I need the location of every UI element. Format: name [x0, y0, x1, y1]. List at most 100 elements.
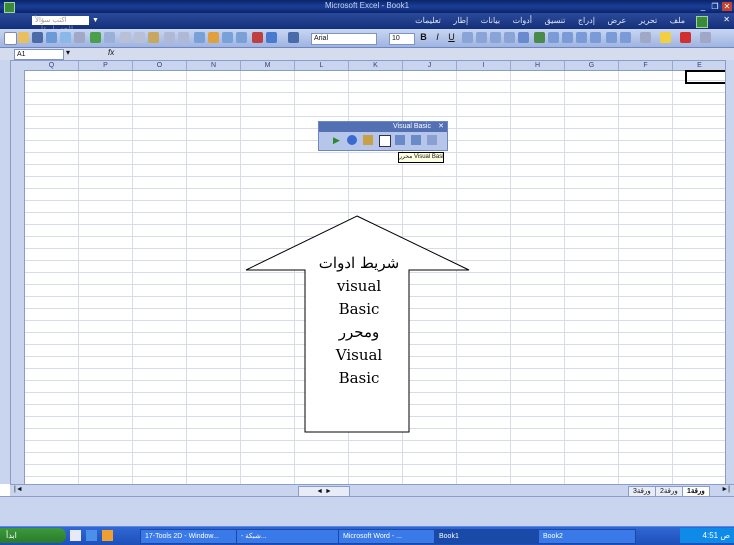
hyperlink-icon[interactable]: [194, 32, 205, 43]
taskbar-item[interactable]: 17-Tools 2D - Window...: [140, 529, 238, 544]
fx-icon[interactable]: fx: [108, 48, 114, 57]
column-header[interactable]: G: [565, 61, 619, 70]
currency-icon[interactable]: [534, 32, 545, 43]
chevron-down-icon[interactable]: ▾: [66, 48, 70, 57]
justify-icon[interactable]: [504, 32, 515, 43]
column-header[interactable]: L: [295, 61, 349, 70]
design-mode-icon[interactable]: [411, 135, 421, 145]
column-header[interactable]: H: [511, 61, 565, 70]
column-header[interactable]: Q: [25, 61, 79, 70]
chevron-down-icon[interactable]: ▼: [92, 16, 101, 25]
open-folder-icon[interactable]: [18, 32, 29, 43]
spelling-icon[interactable]: [90, 32, 101, 43]
menu-list: ملف تحرير عرض إدراج تنسيق أدوات بيانات إ…: [410, 13, 690, 29]
column-header[interactable]: O: [133, 61, 187, 70]
align-left-icon[interactable]: [462, 32, 473, 43]
percent-icon[interactable]: [548, 32, 559, 43]
column-header[interactable]: K: [349, 61, 403, 70]
paste-icon[interactable]: [148, 32, 159, 43]
chart-wizard-icon[interactable]: [252, 32, 263, 43]
autosum-icon[interactable]: [208, 32, 219, 43]
restore-icon[interactable]: ❐: [710, 2, 720, 11]
menu-item-edit[interactable]: تحرير: [634, 13, 662, 29]
increase-decimal-icon[interactable]: [576, 32, 587, 43]
font-name-select[interactable]: Arial: [311, 33, 377, 45]
vb-toolbar-title[interactable]: Visual Basic: [319, 122, 447, 132]
column-header[interactable]: F: [619, 61, 673, 70]
permission-icon[interactable]: [46, 32, 57, 43]
decrease-indent-icon[interactable]: [606, 32, 617, 43]
column-header[interactable]: N: [187, 61, 241, 70]
undo-icon[interactable]: [164, 32, 175, 43]
underline-icon[interactable]: U: [446, 32, 457, 43]
column-header[interactable]: M: [241, 61, 295, 70]
cut-icon[interactable]: [120, 32, 131, 43]
run-macro-icon[interactable]: ▶: [333, 135, 343, 145]
borders-icon[interactable]: [640, 32, 651, 43]
close-icon[interactable]: ✕: [723, 15, 730, 24]
column-header[interactable]: I: [457, 61, 511, 70]
vb-editor-icon[interactable]: [379, 135, 391, 147]
bold-icon[interactable]: B: [418, 32, 429, 43]
align-right-icon[interactable]: [490, 32, 501, 43]
ie-icon[interactable]: [86, 530, 97, 541]
active-cell-a1[interactable]: [685, 70, 726, 84]
vertical-scrollbar[interactable]: [725, 60, 734, 484]
taskbar-item[interactable]: - شبكة...: [236, 529, 340, 544]
close-icon[interactable]: ✕: [438, 122, 444, 132]
tab-scroll-left-icon[interactable]: |◄: [14, 486, 23, 493]
merge-center-icon[interactable]: [518, 32, 529, 43]
control-toolbox-icon[interactable]: [395, 135, 405, 145]
copy-icon[interactable]: [134, 32, 145, 43]
security-icon[interactable]: [363, 135, 373, 145]
print-preview-icon[interactable]: [74, 32, 85, 43]
menu-item-window[interactable]: إطار: [448, 13, 473, 29]
menu-item-help[interactable]: تعليمات: [410, 13, 446, 29]
vb-editor-tooltip: محرر Visual Basic: [398, 152, 444, 163]
column-header[interactable]: E: [673, 61, 726, 70]
close-icon[interactable]: ✕: [722, 2, 732, 11]
sort-icon[interactable]: [222, 32, 233, 43]
research-icon[interactable]: [104, 32, 115, 43]
new-file-icon[interactable]: [4, 32, 17, 45]
font-color-icon[interactable]: [680, 32, 691, 43]
help-question-box[interactable]: اكتب سؤالاً للحصول على تعليمات: [32, 16, 89, 42]
menu-item-file[interactable]: ملف: [665, 13, 690, 29]
column-header[interactable]: J: [403, 61, 457, 70]
drawing-icon[interactable]: [266, 32, 277, 43]
column-header[interactable]: P: [79, 61, 133, 70]
taskbar-item[interactable]: Book2: [538, 529, 636, 544]
menu-item-insert[interactable]: إدراج: [573, 13, 600, 29]
name-box[interactable]: A1: [14, 49, 64, 60]
menu-item-view[interactable]: عرض: [602, 13, 631, 29]
sort-desc-icon[interactable]: [236, 32, 247, 43]
save-icon[interactable]: [32, 32, 43, 43]
decrease-decimal-icon[interactable]: [590, 32, 601, 43]
italic-icon[interactable]: I: [432, 32, 443, 43]
taskbar-item[interactable]: Book1: [434, 529, 540, 544]
minimize-icon[interactable]: _: [698, 2, 708, 11]
increase-indent-icon[interactable]: [620, 32, 631, 43]
menu-item-format[interactable]: تنسيق: [539, 13, 570, 29]
help-icon[interactable]: [288, 32, 299, 43]
print-icon[interactable]: [60, 32, 71, 43]
script-editor-icon[interactable]: [427, 135, 437, 145]
redo-icon[interactable]: [178, 32, 189, 43]
comma-style-icon[interactable]: [562, 32, 573, 43]
align-center-icon[interactable]: [476, 32, 487, 43]
media-player-icon[interactable]: [102, 530, 113, 541]
menu-item-data[interactable]: بيانات: [476, 13, 505, 29]
taskbar-item[interactable]: Microsoft Word - ...: [338, 529, 436, 544]
desktop-icon[interactable]: [70, 530, 81, 541]
record-macro-icon[interactable]: [347, 135, 357, 145]
toolbar-options-icon[interactable]: [700, 32, 711, 43]
system-tray-clock[interactable]: 4:51 ص: [680, 528, 734, 543]
fill-color-icon[interactable]: [660, 32, 671, 43]
title-bar: Microsoft Excel - Book1 _ ❐ ✕: [0, 0, 734, 13]
start-button[interactable]: ابدأ: [0, 528, 66, 543]
tab-scroll-right-icon[interactable]: ►|: [721, 486, 730, 493]
menu-item-tools[interactable]: أدوات: [508, 13, 537, 29]
font-size-select[interactable]: 10: [389, 33, 415, 45]
window-title: Microsoft Excel - Book1: [324, 1, 410, 10]
callout-line: شريط ادوات: [318, 254, 400, 272]
